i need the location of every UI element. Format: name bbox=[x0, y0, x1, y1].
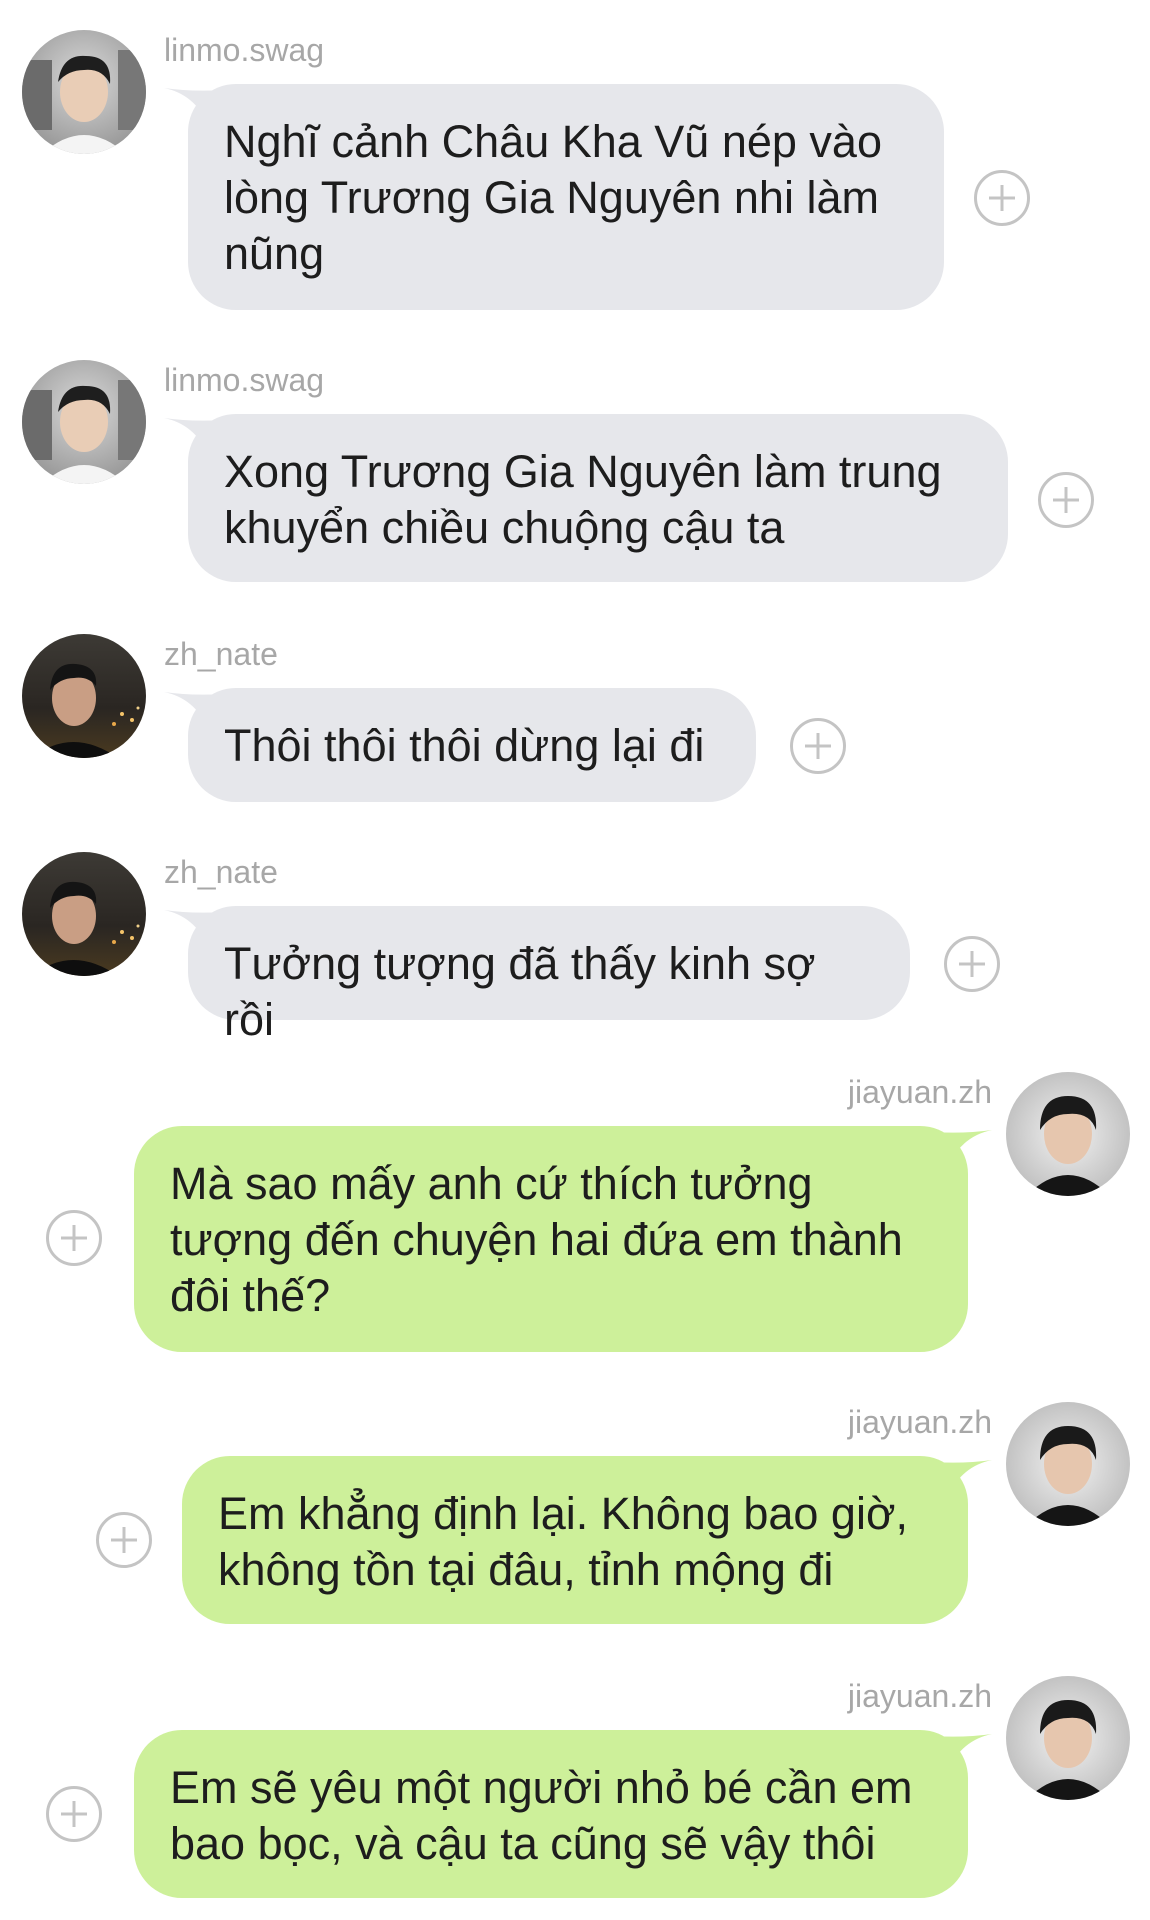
chat-bubble[interactable]: Em khẳng định lại. Không bao giờ, không … bbox=[182, 1456, 992, 1624]
username: linmo.swag bbox=[164, 362, 325, 398]
message-text: Nghĩ cảnh Châu Kha Vũ nép vào lòng Trươn… bbox=[224, 116, 882, 279]
chat-bubble[interactable]: Tưởng tượng đã thấy kinh sợ rồi bbox=[164, 906, 910, 1045]
username: zh_nate bbox=[164, 854, 278, 890]
message-row: jiayuan.zh Em khẳng định lại. Không bao … bbox=[0, 1372, 1150, 1640]
avatar-nate[interactable] bbox=[22, 634, 146, 758]
message-row: zh_nate Tưởng tượng đã thấy kinh sợ rồi bbox=[0, 822, 1150, 1045]
bubble-tail bbox=[164, 910, 224, 946]
avatar-jiayuan[interactable] bbox=[1006, 1072, 1130, 1196]
bubble-tail bbox=[164, 692, 224, 728]
avatar-linmo[interactable] bbox=[22, 30, 146, 154]
bubble-tail bbox=[932, 1130, 992, 1166]
chat-bubble[interactable]: Mà sao mấy anh cứ thích tưởng tượng đến … bbox=[134, 1126, 992, 1352]
bubble-tail bbox=[932, 1460, 992, 1496]
message-text: Tưởng tượng đã thấy kinh sợ rồi bbox=[224, 938, 816, 1045]
plus-icon[interactable] bbox=[944, 936, 1000, 992]
message-text: Em sẽ yêu một người nhỏ bé cần em bao bọ… bbox=[170, 1762, 913, 1869]
message-row: jiayuan.zh Mà sao mấy anh cứ thích tưởng… bbox=[0, 1040, 1150, 1370]
message-text: Xong Trương Gia Nguyên làm trung khuyển … bbox=[224, 446, 942, 553]
plus-icon[interactable] bbox=[46, 1210, 102, 1266]
chat-bubble[interactable]: Nghĩ cảnh Châu Kha Vũ nép vào lòng Trươn… bbox=[164, 84, 944, 310]
bubble-tail bbox=[164, 88, 224, 124]
message-row: jiayuan.zh Em sẽ yêu một người nhỏ bé cầ… bbox=[0, 1646, 1150, 1920]
plus-icon[interactable] bbox=[790, 718, 846, 774]
message-text: Mà sao mấy anh cứ thích tưởng tượng đến … bbox=[170, 1158, 903, 1321]
plus-icon[interactable] bbox=[96, 1512, 152, 1568]
message-row: linmo.swag Nghĩ cảnh Châu Kha Vũ nép vào… bbox=[0, 0, 1150, 320]
chat-bubble[interactable]: Xong Trương Gia Nguyên làm trung khuyển … bbox=[164, 414, 1008, 582]
message-row: linmo.swag Xong Trương Gia Nguyên làm tr… bbox=[0, 330, 1150, 590]
plus-icon[interactable] bbox=[1038, 472, 1094, 528]
message-text: Em khẳng định lại. Không bao giờ, không … bbox=[218, 1488, 908, 1595]
bubble-tail bbox=[932, 1734, 992, 1770]
message-row: zh_nate Thôi thôi thôi dừng lại đi bbox=[0, 604, 1150, 814]
avatar-jiayuan[interactable] bbox=[1006, 1676, 1130, 1800]
username: jiayuan.zh bbox=[847, 1404, 992, 1440]
message-text: Thôi thôi thôi dừng lại đi bbox=[224, 720, 705, 771]
chat-bubble[interactable]: Thôi thôi thôi dừng lại đi bbox=[164, 688, 756, 802]
username: linmo.swag bbox=[164, 32, 325, 68]
bubble-tail bbox=[164, 418, 224, 454]
username: zh_nate bbox=[164, 636, 278, 672]
plus-icon[interactable] bbox=[46, 1786, 102, 1842]
chat-bubble[interactable]: Em sẽ yêu một người nhỏ bé cần em bao bọ… bbox=[134, 1730, 992, 1898]
username: jiayuan.zh bbox=[847, 1678, 992, 1714]
avatar-jiayuan[interactable] bbox=[1006, 1402, 1130, 1526]
avatar-nate[interactable] bbox=[22, 852, 146, 976]
plus-icon[interactable] bbox=[974, 170, 1030, 226]
avatar-linmo[interactable] bbox=[22, 360, 146, 484]
username: jiayuan.zh bbox=[847, 1074, 992, 1110]
